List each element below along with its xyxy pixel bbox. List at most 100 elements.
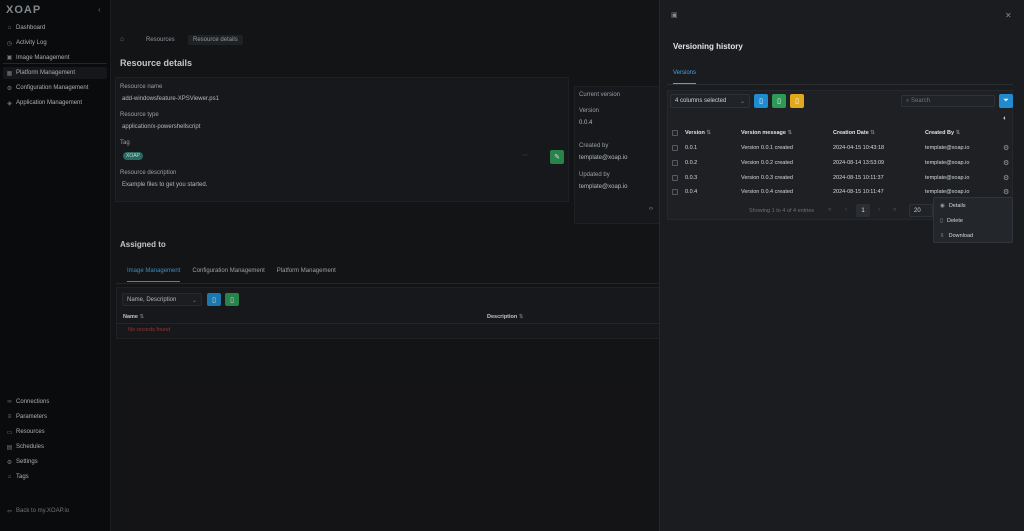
row-message: Version 0.0.1 created bbox=[741, 145, 793, 151]
sidebar-item-label: Parameters bbox=[16, 414, 48, 420]
home-breadcrumb-icon[interactable]: ⌂ bbox=[120, 36, 124, 43]
select-all-checkbox[interactable] bbox=[672, 130, 678, 136]
next-page-icon[interactable]: › bbox=[878, 207, 880, 213]
tab-image-management[interactable]: Image Management bbox=[127, 268, 181, 282]
sidebar-item-configuration-management[interactable]: ⚙ Configuration Management bbox=[3, 82, 107, 94]
row-actions-gear-icon[interactable]: ⚙ bbox=[1003, 188, 1009, 196]
filter-icon: ⏷ bbox=[1003, 97, 1009, 104]
page-1-button[interactable]: 1 bbox=[856, 204, 870, 217]
sidebar-item-label: Tags bbox=[16, 474, 29, 480]
folder-icon: ▭ bbox=[6, 429, 13, 436]
last-page-icon[interactable]: » bbox=[893, 207, 896, 213]
export-excel-button[interactable]: ▯ bbox=[225, 293, 239, 306]
export-pdf-button[interactable]: ▯ bbox=[790, 94, 804, 108]
menu-item-details[interactable]: ◉ Details bbox=[934, 198, 1012, 213]
row-message: Version 0.0.2 created bbox=[741, 160, 793, 166]
column-creation-date-header[interactable]: Creation Date ⇅ bbox=[833, 130, 875, 136]
sidebar-item-platform-management[interactable]: ▦ Platform Management bbox=[3, 67, 107, 79]
menu-item-label: Delete bbox=[947, 217, 963, 224]
sidebar-item-label: Platform Management bbox=[16, 70, 76, 76]
back-link[interactable]: ⇦ Back to my.XOAP.io bbox=[3, 505, 107, 517]
column-version-message-header[interactable]: Version message ⇅ bbox=[741, 130, 792, 136]
sidebar-item-activity-log[interactable]: ◷ Activity Log bbox=[3, 37, 107, 49]
gear-icon: ⚙ bbox=[6, 459, 13, 466]
export-csv-button[interactable]: ▯ bbox=[207, 293, 221, 306]
column-created-by-label: Created By bbox=[925, 130, 955, 136]
sort-icon: ⇅ bbox=[870, 130, 875, 136]
breadcrumb-current: Resource details bbox=[188, 35, 243, 45]
updated-by-label: Updated by bbox=[579, 172, 610, 178]
sidebar-item-dashboard[interactable]: ⌂ Dashboard bbox=[3, 22, 107, 34]
edit-icon: ✎ bbox=[554, 154, 560, 161]
link-icon: ∞ bbox=[7, 399, 12, 405]
row-version: 0.0.3 bbox=[685, 175, 698, 181]
first-page-icon[interactable]: « bbox=[828, 207, 831, 213]
row-actions-gear-icon[interactable]: ⚙ bbox=[1003, 144, 1009, 152]
export-csv-button[interactable]: ▯ bbox=[754, 94, 768, 108]
column-description-header[interactable]: Description ⇅ bbox=[487, 314, 523, 320]
close-icon[interactable]: ✕ bbox=[1005, 11, 1012, 20]
row-checkbox[interactable] bbox=[672, 160, 678, 166]
sidebar-item-settings[interactable]: ⚙ Settings bbox=[3, 456, 107, 468]
row-version: 0.0.1 bbox=[685, 145, 698, 151]
resource-name-label: Resource name bbox=[120, 84, 163, 90]
export-excel-button[interactable]: ▯ bbox=[772, 94, 786, 108]
column-version-header[interactable]: Version ⇅ bbox=[685, 130, 711, 136]
download-icon: ⇩ bbox=[940, 232, 945, 239]
expand-icon[interactable]: ▣ bbox=[671, 11, 678, 19]
sidebar-item-label: Application Management bbox=[16, 100, 83, 106]
search-input[interactable]: ⌕ Search bbox=[901, 95, 995, 107]
back-link-label: Back to my.XOAP.io bbox=[16, 508, 70, 514]
column-toggle-icon[interactable]: ◐ bbox=[1003, 115, 1007, 122]
column-created-by-header[interactable]: Created By ⇅ bbox=[925, 130, 960, 136]
xoap-logo: XOAP bbox=[6, 4, 42, 16]
tab-versions[interactable]: Versions bbox=[673, 70, 697, 84]
versions-columns-select[interactable]: 4 columns selected ⌄ bbox=[670, 94, 750, 108]
menu-item-label: Download bbox=[948, 232, 974, 239]
excel-file-icon: ▯ bbox=[230, 296, 234, 304]
tabs-divider bbox=[116, 283, 660, 284]
row-checkbox[interactable] bbox=[672, 189, 678, 195]
edit-resource-button[interactable]: ✎ bbox=[550, 150, 564, 164]
row-checkbox[interactable] bbox=[672, 145, 678, 151]
sidebar-item-tags[interactable]: ⌂ Tags bbox=[3, 471, 107, 483]
row-message: Version 0.0.4 created bbox=[741, 189, 793, 195]
collapse-sidebar-icon[interactable]: ‹ bbox=[98, 5, 101, 14]
eye-icon: ◉ bbox=[940, 202, 945, 209]
sidebar-item-application-management[interactable]: ◈ Application Management bbox=[3, 97, 107, 109]
row-actions-gear-icon[interactable]: ⚙ bbox=[1003, 159, 1009, 167]
row-context-menu: ◉ Details ▯ Delete ⇩ Download bbox=[933, 197, 1013, 243]
drawer-title: Versioning history bbox=[673, 42, 743, 51]
sidebar-item-image-management[interactable]: ▣ Image Management bbox=[3, 52, 107, 64]
tag-actions-icon[interactable]: ⋯ bbox=[522, 152, 528, 159]
sidebar-item-label: Connections bbox=[16, 399, 50, 405]
menu-item-download[interactable]: ⇩ Download bbox=[934, 228, 1012, 243]
sidebar-item-connections[interactable]: ∞ Connections bbox=[3, 396, 107, 408]
filter-button[interactable]: ⏷ bbox=[999, 94, 1013, 108]
tab-platform-management[interactable]: Platform Management bbox=[277, 268, 336, 274]
assigned-columns-select[interactable]: Name, Description ⌄ bbox=[122, 293, 202, 306]
current-version-label: Current version bbox=[579, 92, 621, 98]
version-label: Version bbox=[579, 108, 600, 114]
row-checkbox[interactable] bbox=[672, 175, 678, 181]
sidebar-item-parameters[interactable]: ≡ Parameters bbox=[3, 411, 107, 423]
grid-icon: ▦ bbox=[6, 70, 13, 77]
code-icon[interactable]: ‹› bbox=[649, 206, 653, 212]
resource-type-label: Resource type bbox=[120, 112, 159, 118]
menu-item-delete[interactable]: ▯ Delete bbox=[934, 213, 1012, 228]
row-actions-gear-icon[interactable]: ⚙ bbox=[1003, 174, 1009, 182]
prev-page-icon[interactable]: ‹ bbox=[845, 207, 847, 213]
column-version-message-label: Version message bbox=[741, 130, 786, 136]
created-by-value: template@xoap.io bbox=[579, 155, 628, 161]
sidebar-item-resources[interactable]: ▭ Resources bbox=[3, 426, 107, 438]
page-size-select[interactable]: 20 bbox=[909, 204, 933, 217]
column-creation-date-label: Creation Date bbox=[833, 130, 869, 136]
sidebar-item-schedules[interactable]: ▤ Schedules bbox=[3, 441, 107, 453]
column-version-label: Version bbox=[685, 130, 705, 136]
column-name-header[interactable]: Name ⇅ bbox=[123, 314, 144, 320]
tab-configuration-management[interactable]: Configuration Management bbox=[192, 268, 264, 274]
breadcrumb-resources[interactable]: Resources bbox=[146, 37, 175, 43]
row-date: 2024-08-14 13:53:09 bbox=[833, 160, 885, 166]
app-icon: ◈ bbox=[7, 100, 12, 107]
chevron-down-icon: ⌄ bbox=[191, 298, 197, 304]
